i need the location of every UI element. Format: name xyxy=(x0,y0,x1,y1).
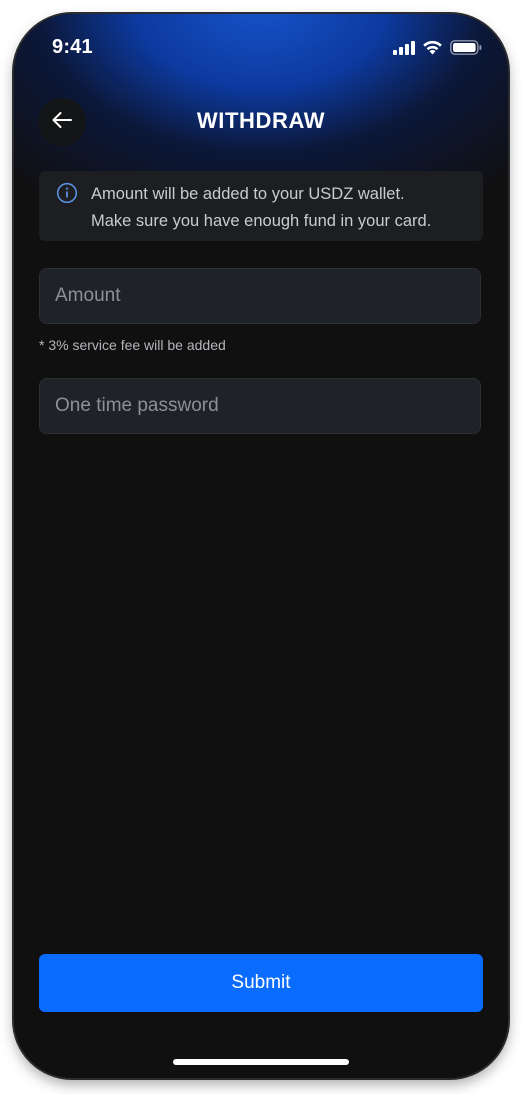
header: WITHDRAW xyxy=(14,98,508,146)
wifi-icon xyxy=(422,40,443,60)
phone-frame: 9:41 WITHDRAW Amount will be added to yo… xyxy=(14,14,508,1078)
amount-field xyxy=(39,268,481,324)
info-line-2: Make sure you have enough fund in your c… xyxy=(91,212,432,230)
page-title: WITHDRAW xyxy=(196,108,326,133)
status-time: 9:41 xyxy=(52,36,93,58)
otp-input[interactable] xyxy=(40,379,480,433)
status-icons xyxy=(393,40,482,60)
cellular-signal-icon xyxy=(393,40,415,60)
otp-field xyxy=(39,378,481,434)
battery-icon xyxy=(450,40,482,60)
home-indicator xyxy=(173,1059,349,1065)
screen: 9:41 WITHDRAW Amount will be added to yo… xyxy=(14,14,508,1078)
info-line-1: Amount will be added to your USDZ wallet… xyxy=(91,185,405,203)
service-fee-note: * 3% service fee will be added xyxy=(39,337,226,353)
amount-input[interactable] xyxy=(40,269,480,323)
info-banner: Amount will be added to your USDZ wallet… xyxy=(39,171,483,241)
status-bar: 9:41 xyxy=(14,14,508,84)
submit-button[interactable]: Submit xyxy=(39,954,483,1012)
info-circle-icon xyxy=(56,182,78,204)
info-text: Amount will be added to your USDZ wallet… xyxy=(91,181,431,235)
